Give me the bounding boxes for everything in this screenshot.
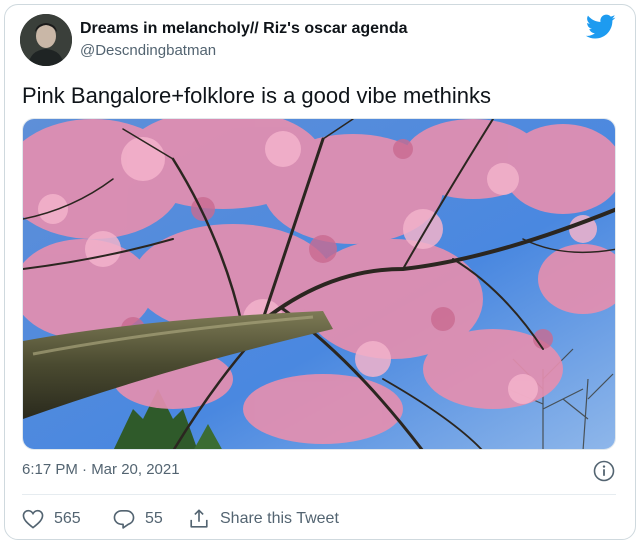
tweet-timestamp[interactable]: 6:17 PM · Mar 20, 2021 [22,461,180,478]
user-handle[interactable]: @Descndingbatman [80,42,216,59]
reply-count: 55 [145,510,163,527]
avatar[interactable] [20,14,72,66]
like-button[interactable]: 565 [22,506,81,532]
tweet-photo[interactable] [22,118,616,450]
divider [22,494,616,495]
share-button[interactable]: Share this Tweet [188,506,339,532]
display-name[interactable]: Dreams in melancholy// Riz's oscar agend… [80,20,407,38]
like-count: 565 [54,510,81,527]
share-label: Share this Tweet [220,510,339,527]
reply-button[interactable]: 55 [113,506,163,532]
reply-bubble-icon [113,510,135,529]
tweet-text: Pink Bangalore+folklore is a good vibe m… [22,83,491,108]
cherry-blossom-photo [23,119,615,449]
share-icon [190,509,208,528]
info-icon[interactable] [593,460,615,482]
heart-icon [22,509,44,529]
twitter-bird-icon[interactable] [585,14,616,40]
avatar-image [20,14,72,66]
